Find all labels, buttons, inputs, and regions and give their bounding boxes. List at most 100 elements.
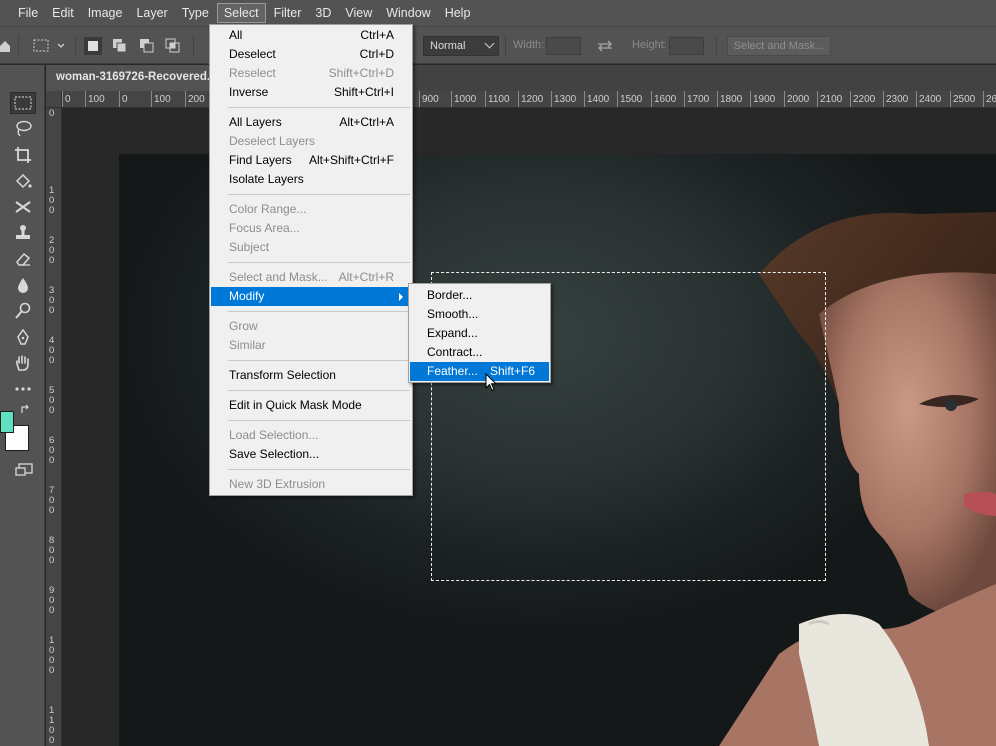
ruler-tick: 2200 — [849, 91, 876, 107]
menu-item-label: Select and Mask... — [229, 270, 328, 284]
menu-item-new-3d-extrusion[interactable]: New 3D Extrusion — [211, 475, 411, 494]
menu-item-deselect[interactable]: Deselect Ctrl+D — [211, 45, 411, 64]
marquee-preset-icon[interactable] — [33, 39, 67, 56]
menu-item-reselect[interactable]: Reselect Shift+Ctrl+D — [211, 64, 411, 83]
menu-bar: File Edit Image Layer Type Select Filter… — [0, 0, 996, 26]
ruler-tick: 1700 — [683, 91, 710, 107]
menu-item-quick-mask-mode[interactable]: Edit in Quick Mask Mode — [211, 396, 411, 415]
dodge-tool-icon[interactable] — [10, 300, 36, 322]
menu-item-label: Save Selection... — [229, 447, 320, 461]
pen-tool-icon[interactable] — [10, 326, 36, 348]
menu-item-label: Border... — [427, 288, 473, 302]
menu-item-shortcut: Alt+Ctrl+R — [338, 270, 394, 284]
menu-item-find-layers[interactable]: Find Layers Alt+Shift+Ctrl+F — [211, 151, 411, 170]
menu-item-modify[interactable]: Modify — [211, 287, 411, 306]
document-title: woman-3169726-Recovered.jp — [56, 71, 211, 83]
options-bar: Normal Width: Height: Select and Mask... — [0, 26, 996, 64]
menu-item-similar[interactable]: Similar — [211, 336, 411, 355]
document-tab-bar: woman-3169726-Recovered.jp — [46, 65, 996, 91]
menu-item-focus-area[interactable]: Focus Area... — [211, 219, 411, 238]
screen-mode-icon[interactable] — [15, 463, 33, 480]
menu-file[interactable]: File — [12, 3, 44, 23]
home-icon[interactable] — [0, 40, 10, 55]
menu-item-load-selection[interactable]: Load Selection... — [211, 426, 411, 445]
menu-item-all[interactable]: All Ctrl+A — [211, 26, 411, 45]
tools-panel — [0, 65, 45, 746]
more-tools-icon[interactable] — [10, 378, 36, 400]
clone-stamp-tool-icon[interactable] — [10, 222, 36, 244]
submenu-item-contract[interactable]: Contract... — [410, 343, 549, 362]
ruler-origin[interactable] — [46, 91, 62, 108]
foreground-color-swatch[interactable] — [0, 411, 14, 433]
menu-window[interactable]: Window — [380, 3, 436, 23]
menu-type[interactable]: Type — [176, 3, 215, 23]
ruler-tick: 1500 — [616, 91, 643, 107]
rectangular-marquee-tool-icon[interactable] — [10, 92, 36, 114]
swap-width-height-icon[interactable] — [597, 40, 613, 55]
add-to-selection-icon[interactable] — [111, 37, 129, 55]
menu-item-grow[interactable]: Grow — [211, 317, 411, 336]
menu-edit[interactable]: Edit — [46, 3, 80, 23]
intersect-selection-icon[interactable] — [164, 37, 182, 55]
select-and-mask-button[interactable]: Select and Mask... — [727, 36, 831, 56]
menu-item-label: New 3D Extrusion — [229, 477, 326, 491]
menu-item-shortcut: Shift+Ctrl+D — [328, 66, 394, 80]
menu-item-deselect-layers[interactable]: Deselect Layers — [211, 132, 411, 151]
ruler-tick: 1100 — [485, 91, 510, 107]
submenu-item-expand[interactable]: Expand... — [410, 324, 549, 343]
lasso-tool-icon[interactable] — [10, 118, 36, 140]
canvas-area[interactable] — [63, 109, 996, 746]
menu-image[interactable]: Image — [82, 3, 129, 23]
menu-item-save-selection[interactable]: Save Selection... — [211, 445, 411, 464]
document-tab[interactable]: woman-3169726-Recovered.jp — [46, 65, 211, 91]
menu-select[interactable]: Select — [216, 3, 266, 23]
hand-tool-icon[interactable] — [10, 352, 36, 374]
menu-item-label: Find Layers — [229, 153, 292, 167]
ruler-tick: 8 0 0 — [49, 535, 55, 566]
modify-submenu: Border... Smooth... Expand... Contract..… — [408, 283, 551, 383]
menu-item-label: Feather... — [427, 364, 478, 378]
menu-item-select-and-mask[interactable]: Select and Mask... Alt+Ctrl+R — [211, 268, 411, 287]
menu-item-inverse[interactable]: Inverse Shift+Ctrl+I — [211, 83, 411, 102]
menu-item-label: Isolate Layers — [229, 172, 304, 186]
select-menu-dropdown: All Ctrl+A Deselect Ctrl+D Reselect Shif… — [209, 24, 413, 496]
ruler-tick: 2100 — [816, 91, 843, 107]
swap-colors-icon[interactable] — [20, 404, 31, 418]
ruler-tick: 2400 — [915, 91, 942, 107]
ruler-tick: 1800 — [716, 91, 743, 107]
menu-item-isolate-layers[interactable]: Isolate Layers — [211, 170, 411, 189]
menu-item-label: Load Selection... — [229, 428, 319, 442]
menu-item-shortcut: Shift+Ctrl+I — [333, 85, 394, 99]
ruler-tick: 0 — [49, 108, 55, 119]
submenu-item-feather[interactable]: Feather... Shift+F6 — [410, 362, 549, 381]
eraser-tool-icon[interactable] — [10, 248, 36, 270]
blur-tool-icon[interactable] — [10, 274, 36, 296]
menu-item-color-range[interactable]: Color Range... — [211, 200, 411, 219]
ruler-tick: 6 0 0 — [49, 435, 55, 466]
menu-item-label: Focus Area... — [229, 221, 300, 235]
submenu-item-border[interactable]: Border... — [410, 286, 549, 305]
subtract-from-selection-icon[interactable] — [138, 37, 156, 55]
menu-filter[interactable]: Filter — [268, 3, 308, 23]
horizontal-ruler[interactable]: 0 100 0 100 200 900 1000 1100 1200 1300 … — [62, 91, 996, 108]
menu-item-transform-selection[interactable]: Transform Selection — [211, 366, 411, 385]
menu-3d[interactable]: 3D — [309, 3, 337, 23]
width-field[interactable] — [546, 37, 581, 55]
vertical-ruler[interactable]: 0 1 0 0 2 0 0 3 0 0 4 0 0 5 0 0 6 0 0 7 … — [46, 108, 62, 746]
paint-bucket-tool-icon[interactable] — [10, 170, 36, 192]
content-aware-move-tool-icon[interactable] — [10, 196, 36, 218]
menu-item-subject[interactable]: Subject — [211, 238, 411, 257]
menu-item-label: Transform Selection — [229, 368, 336, 382]
crop-tool-icon[interactable] — [10, 144, 36, 166]
menu-item-label: Deselect — [229, 47, 276, 61]
menu-help[interactable]: Help — [439, 3, 477, 23]
height-field[interactable] — [669, 37, 704, 55]
menu-view[interactable]: View — [339, 3, 378, 23]
menu-item-all-layers[interactable]: All Layers Alt+Ctrl+A — [211, 113, 411, 132]
submenu-item-smooth[interactable]: Smooth... — [410, 305, 549, 324]
new-selection-icon[interactable] — [84, 37, 102, 55]
menu-layer[interactable]: Layer — [130, 3, 173, 23]
ruler-tick: 4 0 0 — [49, 335, 55, 366]
menu-item-label: Smooth... — [427, 307, 479, 321]
style-dropdown[interactable]: Normal — [423, 36, 499, 56]
